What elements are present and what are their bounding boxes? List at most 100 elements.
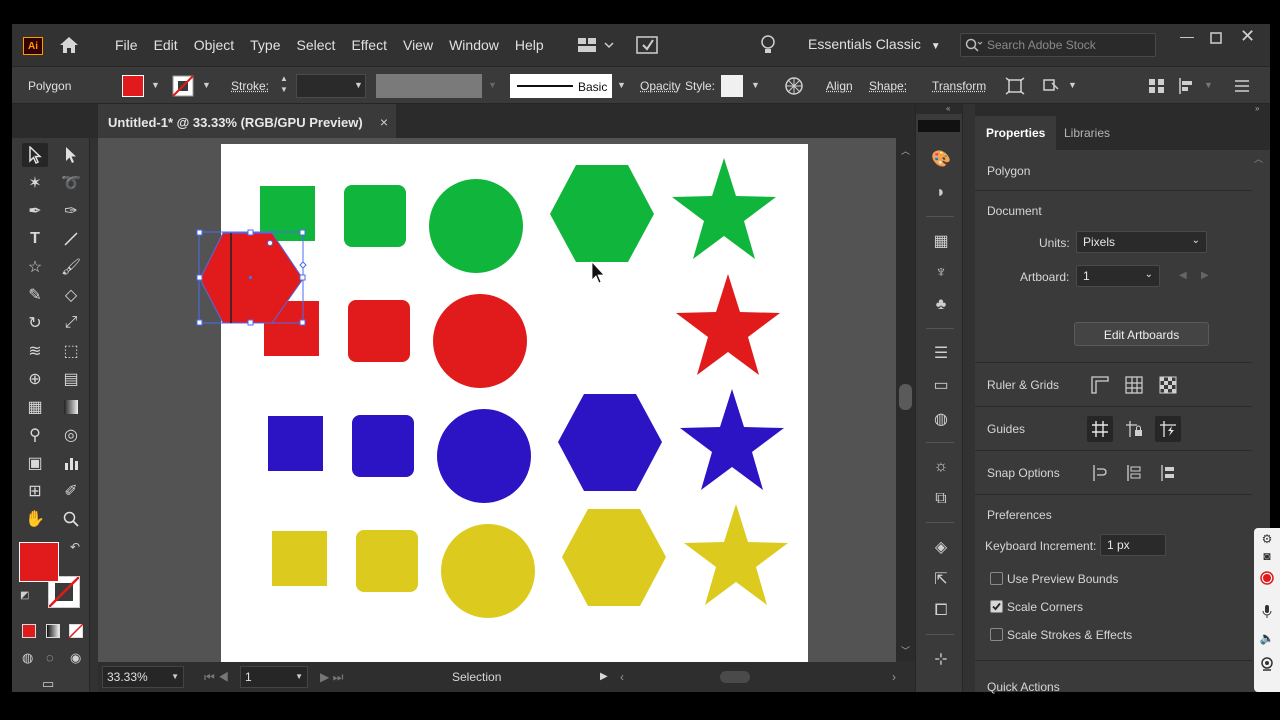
yellow-circle[interactable] bbox=[441, 524, 535, 618]
symbol-sprayer-tool-icon[interactable]: ▣ bbox=[22, 451, 48, 475]
bbox-handle[interactable] bbox=[247, 229, 254, 236]
artboards-icon[interactable]: ⧠ bbox=[930, 600, 952, 622]
transform-label[interactable]: Transform bbox=[932, 79, 986, 93]
chevron-down-icon[interactable]: ▼ bbox=[354, 80, 363, 90]
arrange-grid-icon[interactable] bbox=[1148, 78, 1166, 94]
fill-swatch[interactable] bbox=[122, 75, 144, 97]
blue-star[interactable] bbox=[680, 389, 784, 490]
mesh-tool-icon[interactable]: ▦ bbox=[22, 395, 48, 419]
use-preview-bounds-checkbox[interactable] bbox=[990, 572, 1003, 585]
blue-circle[interactable] bbox=[437, 409, 531, 503]
draw-normal-icon[interactable]: ◍ bbox=[22, 650, 33, 666]
draw-behind-icon[interactable]: ◌ bbox=[46, 650, 54, 665]
yellow-hexagon[interactable] bbox=[562, 509, 666, 606]
blue-rounded-square[interactable] bbox=[352, 415, 414, 477]
column-graph-tool-icon[interactable] bbox=[58, 451, 84, 475]
status-menu-arrow[interactable]: ▶ bbox=[600, 671, 608, 682]
scroll-left-icon[interactable]: ‹ bbox=[620, 670, 624, 684]
swap-fill-stroke-icon[interactable]: ↶ bbox=[70, 540, 80, 554]
bbox-handle[interactable] bbox=[299, 229, 306, 236]
green-star[interactable] bbox=[672, 158, 776, 259]
shape-label[interactable]: Shape: bbox=[869, 79, 907, 93]
workspace-switcher[interactable]: Essentials Classic ▼ bbox=[808, 36, 941, 52]
change-screen-mode-icon[interactable]: ▭ bbox=[42, 676, 54, 692]
graphic-style-swatch[interactable] bbox=[721, 75, 743, 97]
bbox-handle[interactable] bbox=[299, 274, 306, 281]
close-window-button[interactable]: ✕ bbox=[1240, 26, 1255, 47]
asset-export-icon[interactable]: ⇱ bbox=[930, 568, 952, 590]
search-stock-input[interactable]: Search Adobe Stock bbox=[960, 33, 1156, 57]
gradient-mode-icon[interactable] bbox=[46, 624, 60, 638]
color-mode-icon[interactable] bbox=[22, 624, 36, 638]
bbox-handle[interactable] bbox=[196, 319, 203, 326]
transparency-icon[interactable]: ◍ bbox=[930, 408, 952, 430]
bbox-handle[interactable] bbox=[196, 229, 203, 236]
panel-menu-icon[interactable] bbox=[1234, 79, 1250, 93]
type-tool-icon[interactable]: T bbox=[22, 227, 48, 251]
keyboard-increment-input[interactable]: 1 px bbox=[1100, 534, 1166, 556]
stroke-panel-icon[interactable]: ☰ bbox=[930, 342, 952, 364]
collapse-panel-icon[interactable]: » bbox=[975, 104, 1270, 116]
webcam-icon[interactable] bbox=[1259, 656, 1275, 672]
ruler-icon[interactable] bbox=[1087, 372, 1113, 398]
direct-selection-tool-icon[interactable] bbox=[58, 143, 84, 167]
horizontal-scroll-thumb[interactable] bbox=[720, 671, 750, 683]
default-fill-stroke-icon[interactable]: ◩ bbox=[20, 590, 29, 601]
green-hexagon[interactable] bbox=[550, 165, 654, 262]
paintbrush-tool-icon[interactable]: 🖌 bbox=[58, 255, 84, 279]
green-rounded-square[interactable] bbox=[344, 185, 406, 247]
grid-icon[interactable] bbox=[1121, 372, 1147, 398]
red-rounded-square[interactable] bbox=[348, 300, 410, 362]
lock-guides-icon[interactable] bbox=[1121, 416, 1147, 442]
menu-file[interactable]: File bbox=[115, 37, 138, 53]
collapse-strip-icon[interactable]: « bbox=[916, 104, 962, 114]
polygon-sides-widget[interactable] bbox=[299, 261, 307, 269]
align-options-icon[interactable] bbox=[1178, 78, 1198, 94]
chevron-down-icon[interactable]: ▼ bbox=[617, 80, 626, 90]
smart-guides-icon[interactable] bbox=[1155, 416, 1181, 442]
align-label[interactable]: Align bbox=[826, 79, 853, 93]
puppet-warp-icon[interactable] bbox=[1042, 77, 1064, 95]
shape-builder-tool-icon[interactable]: ⊕ bbox=[22, 367, 48, 391]
menu-edit[interactable]: Edit bbox=[154, 37, 178, 53]
brush-definition[interactable]: Basic bbox=[510, 74, 612, 98]
menu-type[interactable]: Type bbox=[250, 37, 280, 53]
scale-corners-checkbox[interactable] bbox=[990, 600, 1003, 613]
zoom-tool-icon[interactable] bbox=[58, 507, 84, 531]
chevron-down-icon[interactable]: ▼ bbox=[751, 80, 760, 90]
blue-square[interactable] bbox=[268, 416, 323, 471]
shaper-tool-icon[interactable]: ✎ bbox=[22, 283, 48, 307]
transform-panel-icon[interactable]: ⊹ bbox=[930, 648, 952, 670]
yellow-star[interactable] bbox=[684, 504, 788, 605]
red-star[interactable] bbox=[676, 274, 780, 375]
eraser-tool-icon[interactable]: ◇ bbox=[58, 283, 84, 307]
rotate-tool-icon[interactable]: ↻ bbox=[22, 311, 48, 335]
yellow-square[interactable] bbox=[272, 531, 327, 586]
stroke-swatch[interactable] bbox=[172, 75, 194, 97]
speaker-icon[interactable]: 🔈 bbox=[1259, 630, 1275, 646]
star-tool-icon[interactable]: ☆ bbox=[22, 255, 48, 279]
eyedropper-tool-icon[interactable]: ⚲ bbox=[22, 423, 48, 447]
chevron-up-icon[interactable]: ︿ bbox=[1254, 152, 1263, 165]
color-panel-icon[interactable]: ◗ bbox=[930, 182, 952, 204]
snap-to-point-icon[interactable] bbox=[1087, 460, 1113, 486]
menu-help[interactable]: Help bbox=[515, 37, 544, 53]
layers-icon[interactable]: ◈ bbox=[930, 536, 952, 558]
draw-inside-icon[interactable]: ◉ bbox=[70, 650, 81, 666]
corner-widget[interactable] bbox=[267, 240, 273, 246]
magic-wand-tool-icon[interactable]: ✶ bbox=[22, 171, 48, 195]
edit-artboards-button[interactable]: Edit Artboards bbox=[1074, 322, 1209, 346]
lasso-tool-icon[interactable]: ➰ bbox=[58, 171, 84, 195]
recorder-settings-icon[interactable]: ⚙ bbox=[1259, 531, 1275, 547]
chevron-down-icon[interactable]: ▼ bbox=[1068, 80, 1077, 90]
green-circle[interactable] bbox=[429, 179, 523, 273]
scroll-right-icon[interactable]: › bbox=[892, 670, 896, 684]
camera-icon[interactable]: ◙ bbox=[1259, 548, 1275, 564]
warp-tool-icon[interactable]: ≋ bbox=[22, 339, 48, 363]
isolate-selected-icon[interactable] bbox=[1005, 77, 1025, 95]
recolor-artwork-icon[interactable] bbox=[784, 76, 804, 96]
stroke-stepper[interactable]: ▲ ▼ bbox=[280, 73, 288, 95]
menu-object[interactable]: Object bbox=[194, 37, 234, 53]
bbox-handle[interactable] bbox=[196, 274, 203, 281]
symbols-icon[interactable]: ♣ bbox=[930, 294, 952, 316]
